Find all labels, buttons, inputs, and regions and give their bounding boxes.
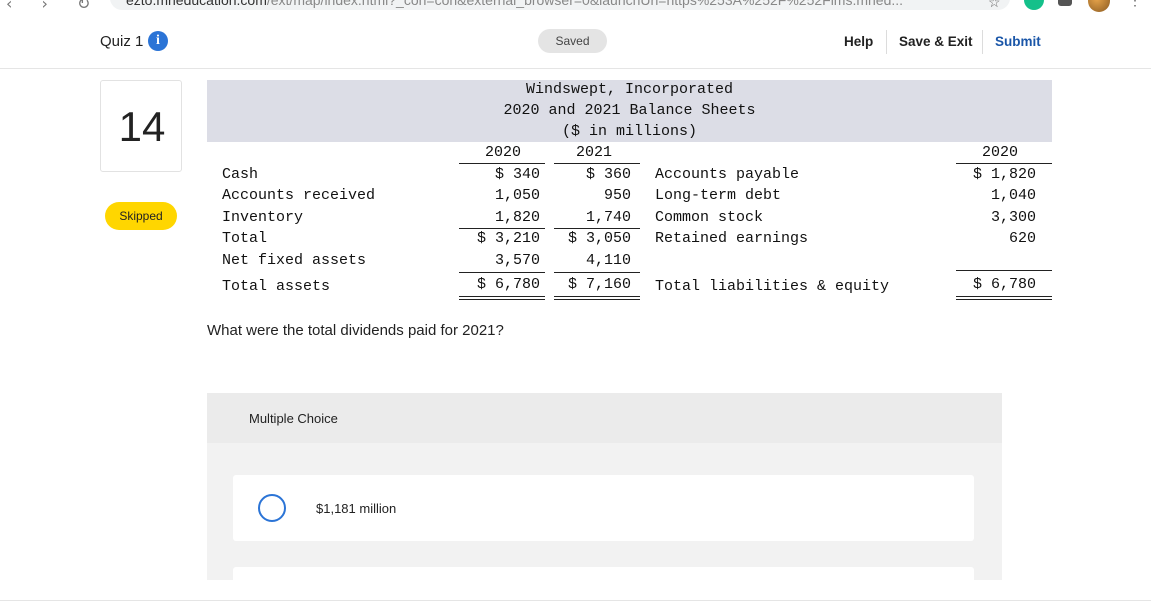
asset-label-cash: Cash [222, 166, 259, 183]
subtotal-rule [459, 228, 545, 229]
multiple-choice-panel: Multiple Choice $1,181 million [207, 393, 1002, 587]
company-name: Windswept, Incorporated [525, 81, 734, 98]
asset-label-total-current: Total [222, 230, 268, 247]
bottom-divider [0, 600, 1151, 601]
answer-option[interactable] [233, 567, 974, 587]
quiz-title: Quiz 1 [100, 33, 144, 50]
bookmark-star-icon[interactable]: ☆ [988, 0, 1001, 11]
asset-year-2020-header: 2020 [485, 144, 522, 161]
answer-option-text: $1,181 million [316, 501, 397, 516]
submit-button[interactable]: Submit [995, 34, 1041, 49]
double-rule [554, 296, 640, 300]
asset-label-total-assets: Total assets [222, 278, 331, 295]
save-and-exit-button[interactable]: Save & Exit [899, 34, 973, 49]
radio-button[interactable] [258, 494, 286, 522]
asset-label-net-fixed: Net fixed assets [222, 252, 367, 269]
asset-value-2020: 1,050 [494, 187, 540, 204]
double-rule [956, 296, 1052, 300]
skipped-status-badge: Skipped [105, 202, 177, 230]
liab-value-2020: $ 1,820 [972, 166, 1036, 183]
asset-value-2020: 1,820 [494, 209, 540, 226]
sheet-units: ($ in millions) [561, 123, 698, 140]
question-number-card[interactable]: 14 [100, 80, 182, 172]
liab-label-retained-earnings: Retained earnings [655, 230, 809, 247]
asset-value-2021: $ 360 [585, 166, 631, 183]
address-bar[interactable]: ezto.mheducation.com/ext/map/index.html?… [110, 0, 1010, 10]
asset-year-2021-header: 2021 [576, 144, 613, 161]
asset-value-2020: 3,570 [494, 252, 540, 269]
asset-value-2021: 1,740 [585, 209, 631, 226]
asset-label-inventory: Inventory [222, 209, 304, 226]
asset-value-2021: $ 3,050 [567, 230, 631, 247]
asset-label-receivables: Accounts received [222, 187, 376, 204]
underline [956, 163, 1052, 164]
sheet-subtitle: 2020 and 2021 Balance Sheets [503, 102, 756, 119]
liab-value-2020: $ 6,780 [972, 276, 1036, 293]
question-text: What were the total dividends paid for 2… [207, 322, 504, 339]
multiple-choice-label: Multiple Choice [249, 411, 338, 426]
liab-label-accounts-payable: Accounts payable [655, 166, 800, 183]
liab-value-2020: 1,040 [990, 187, 1036, 204]
liab-value-2020: 620 [1008, 230, 1036, 247]
liab-label-long-term-debt: Long-term debt [655, 187, 782, 204]
asset-value-2021: 4,110 [585, 252, 631, 269]
help-button[interactable]: Help [844, 34, 873, 49]
asset-value-2020: $ 3,210 [476, 230, 540, 247]
question-number: 14 [118, 103, 166, 150]
asset-value-2020: $ 6,780 [476, 276, 540, 293]
url-path: /ext/map/index.html?_con=con&external_br… [266, 0, 904, 8]
answer-option[interactable]: $1,181 million [233, 475, 974, 541]
header-divider [886, 30, 887, 54]
liab-year-2020-header: 2020 [982, 144, 1019, 161]
saved-status-badge: Saved [538, 29, 607, 53]
total-rule [956, 270, 1052, 271]
double-rule [459, 296, 545, 300]
total-rule [554, 272, 640, 273]
url-host: ezto.mheducation.com [126, 0, 267, 8]
balance-sheet-header: Windswept, Incorporated 2020 and 2021 Ba… [207, 80, 1052, 142]
subtotal-rule [554, 228, 640, 229]
liab-value-2020: 3,300 [990, 209, 1036, 226]
asset-value-2021: $ 7,160 [567, 276, 631, 293]
grammarly-extension-icon[interactable] [1024, 0, 1044, 10]
profile-avatar[interactable] [1088, 0, 1110, 12]
underline [554, 163, 640, 164]
liab-label-common-stock: Common stock [655, 209, 764, 226]
multiple-choice-header: Multiple Choice [207, 393, 1002, 443]
asset-value-2021: 950 [603, 187, 631, 204]
extensions-puzzle-icon[interactable] [1058, 0, 1072, 6]
total-rule [459, 272, 545, 273]
underline [459, 163, 545, 164]
browser-nav-icons[interactable]: ‹ › ↻ [6, 0, 102, 12]
url-text: ezto.mheducation.com/ext/map/index.html?… [126, 0, 903, 8]
browser-toolbar: ‹ › ↻ ezto.mheducation.com/ext/map/index… [0, 0, 1151, 12]
browser-menu-icon[interactable]: ⋮ [1128, 0, 1142, 9]
asset-value-2020: $ 340 [494, 166, 540, 183]
header-divider [982, 30, 983, 54]
liab-label-total: Total liabilities & equity [655, 278, 890, 295]
quiz-header: Quiz 1 i Saved Help Save & Exit Submit [0, 12, 1151, 69]
info-icon[interactable]: i [148, 31, 168, 51]
